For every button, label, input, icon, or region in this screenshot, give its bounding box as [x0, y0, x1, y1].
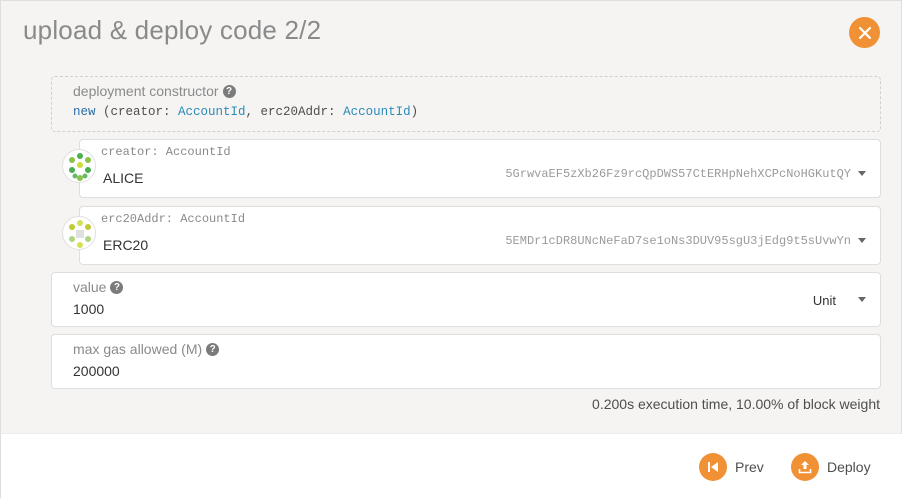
deploy-button[interactable]: Deploy [791, 453, 871, 481]
erc20-name: ERC20 [103, 237, 149, 253]
max-gas-label: max gas allowed (M) ? [73, 341, 220, 357]
erc20-identicon [62, 216, 96, 250]
creator-identicon [62, 149, 96, 183]
prev-button[interactable]: Prev [699, 453, 764, 481]
deployment-constructor[interactable]: deployment constructor ? new (creator: A… [51, 76, 881, 132]
skip-back-icon [699, 453, 727, 481]
help-icon[interactable]: ? [110, 280, 124, 294]
constructor-signature: new (creator: AccountId, erc20Addr: Acco… [73, 105, 419, 119]
creator-label: creator: AccountId [101, 145, 231, 159]
constructor-label: deployment constructor ? [73, 83, 236, 99]
value-amount[interactable]: 1000 [73, 301, 104, 317]
unit-select[interactable]: Unit [813, 293, 836, 308]
help-icon[interactable]: ? [222, 84, 236, 98]
close-icon [858, 26, 871, 39]
value-label: value ? [73, 279, 124, 295]
deploy-modal: upload & deploy code 2/2 deployment cons… [0, 0, 902, 499]
chevron-down-icon[interactable] [858, 297, 866, 302]
creator-address: 5GrwvaEF5zXb26Fz9rcQpDWS57CtERHpNehXCPcN… [505, 167, 851, 181]
erc20-address: 5EMDr1cDR8UNcNeFaD7se1oNs3DUV95sgU3jEdg9… [505, 234, 851, 248]
execution-estimate: 0.200s execution time, 10.00% of block w… [592, 396, 880, 412]
max-gas-input[interactable]: max gas allowed (M) ? 200000 [51, 334, 881, 389]
value-input[interactable]: value ? 1000 Unit [51, 272, 881, 327]
close-button[interactable] [849, 17, 880, 48]
upload-icon [791, 453, 819, 481]
erc20-label: erc20Addr: AccountId [101, 212, 246, 226]
chevron-down-icon [858, 238, 866, 243]
creator-account-select[interactable]: creator: AccountId ALICE 5GrwvaEF5zXb26F… [79, 139, 881, 198]
chevron-down-icon [858, 171, 866, 176]
help-icon[interactable]: ? [206, 342, 220, 356]
erc20-account-select[interactable]: erc20Addr: AccountId ERC20 5EMDr1cDR8UNc… [79, 206, 881, 265]
creator-name: ALICE [103, 170, 144, 186]
modal-footer: Prev Deploy [1, 433, 902, 499]
modal-title: upload & deploy code 2/2 [23, 15, 322, 45]
max-gas-amount[interactable]: 200000 [73, 363, 120, 379]
